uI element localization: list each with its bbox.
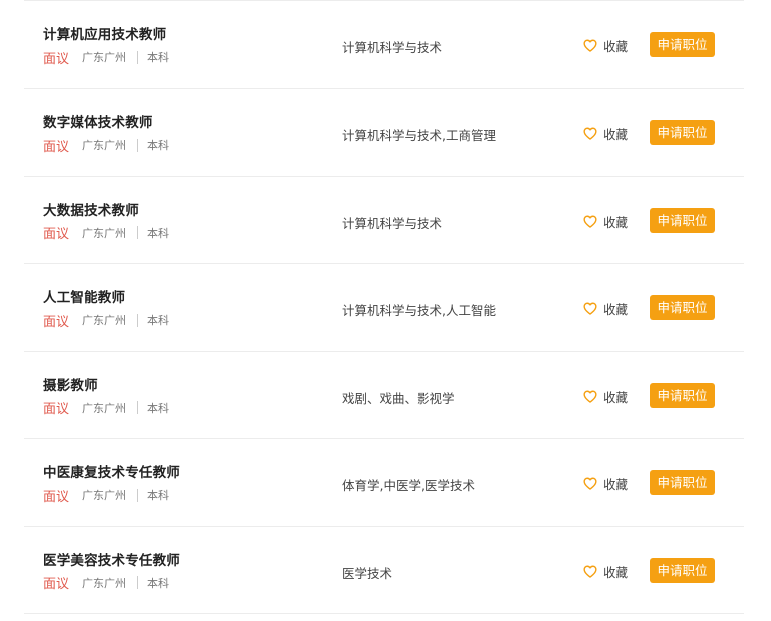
favorite-button[interactable]: 收藏 [583, 474, 628, 493]
salary-text: 面议 [43, 51, 70, 67]
salary-text: 面议 [43, 489, 70, 505]
apply-button[interactable]: 申请职位 [650, 470, 715, 495]
job-row[interactable]: 中医康复技术专任教师 面议 广东广州 本科 体育学,中医学,医学技术 收藏 申请… [24, 439, 744, 527]
degree-text: 本科 [147, 51, 170, 64]
meta-divider [137, 488, 139, 502]
major-text: 体育学,中医学,医学技术 [342, 478, 475, 493]
favorite-button[interactable]: 收藏 [583, 299, 628, 318]
major-text: 计算机科学与技术 [342, 215, 443, 231]
job-meta: 面议 广东广州 本科 [43, 312, 170, 330]
favorite-label: 收藏 [603, 127, 629, 142]
job-meta: 面议 广东广州 本科 [43, 487, 170, 505]
meta-divider [137, 226, 139, 239]
location-text: 广东广州 [82, 51, 127, 64]
heart-icon [583, 302, 597, 315]
job-meta: 面议 广东广州 本科 [43, 137, 170, 155]
apply-button[interactable]: 申请职位 [650, 32, 715, 57]
favorite-label: 收藏 [603, 39, 629, 54]
location-text: 广东广州 [82, 489, 127, 502]
major-text: 计算机科学与技术,人工智能 [342, 303, 496, 318]
favorite-label: 收藏 [603, 564, 629, 580]
favorite-label: 收藏 [603, 214, 629, 230]
job-row[interactable]: 医学美容技术专任教师 面议 广东广州 本科 医学技术 收藏 申请职位 [24, 527, 744, 614]
job-title[interactable]: 医学美容技术专任教师 [43, 549, 180, 569]
meta-divider [137, 401, 139, 414]
job-row[interactable]: 大数据技术教师 面议 广东广州 本科 计算机科学与技术 收藏 申请职位 [24, 177, 744, 264]
job-title[interactable]: 数字媒体技术教师 [43, 111, 153, 131]
degree-text: 本科 [147, 139, 170, 152]
degree-text: 本科 [147, 576, 170, 590]
job-title[interactable]: 计算机应用技术教师 [43, 23, 166, 43]
job-list: 计算机应用技术教师 面议 广东广州 本科 计算机科学与技术 收藏 申请职位 数字… [24, 0, 744, 621]
favorite-button[interactable]: 收藏 [583, 36, 628, 55]
favorite-button[interactable]: 收藏 [583, 562, 628, 581]
job-row[interactable]: 计算机应用技术教师 面议 广东广州 本科 计算机科学与技术 收藏 申请职位 [24, 0, 744, 89]
degree-text: 本科 [147, 401, 170, 415]
salary-text: 面议 [43, 139, 70, 155]
heart-icon [583, 39, 597, 52]
major-text: 计算机科学与技术 [342, 40, 443, 55]
major-text: 戏剧、戏曲、影视学 [342, 390, 455, 406]
job-title[interactable]: 大数据技术教师 [43, 199, 139, 219]
apply-button[interactable]: 申请职位 [650, 382, 715, 408]
degree-text: 本科 [147, 489, 170, 502]
job-row[interactable]: 人工智能教师 面议 广东广州 本科 计算机科学与技术,人工智能 收藏 申请职位 [24, 264, 744, 352]
heart-icon [583, 565, 597, 578]
heart-icon [583, 127, 597, 140]
salary-text: 面议 [43, 402, 70, 417]
major-text: 计算机科学与技术,工商管理 [342, 128, 496, 143]
meta-divider [137, 313, 139, 327]
job-title[interactable]: 中医康复技术专任教师 [43, 461, 180, 481]
favorite-label: 收藏 [603, 477, 629, 492]
job-meta: 面议 广东广州 本科 [43, 225, 170, 242]
favorite-label: 收藏 [603, 302, 629, 317]
job-title[interactable]: 人工智能教师 [43, 286, 125, 306]
favorite-label: 收藏 [603, 389, 629, 405]
apply-button[interactable]: 申请职位 [650, 207, 715, 233]
job-row[interactable]: 数字媒体技术教师 面议 广东广州 本科 计算机科学与技术,工商管理 收藏 申请职… [24, 89, 744, 177]
location-text: 广东广州 [82, 576, 127, 590]
meta-divider [137, 576, 139, 589]
apply-button[interactable]: 申请职位 [650, 295, 715, 320]
location-text: 广东广州 [82, 314, 127, 327]
favorite-button[interactable]: 收藏 [583, 387, 628, 406]
salary-text: 面议 [43, 577, 70, 592]
heart-icon [583, 390, 597, 403]
job-title[interactable]: 摄影教师 [43, 374, 98, 394]
meta-divider [137, 138, 139, 152]
location-text: 广东广州 [82, 226, 127, 240]
degree-text: 本科 [147, 314, 170, 327]
salary-text: 面议 [43, 227, 70, 242]
apply-button[interactable]: 申请职位 [650, 120, 715, 145]
job-meta: 面议 广东广州 本科 [43, 49, 170, 67]
location-text: 广东广州 [82, 401, 127, 415]
favorite-button[interactable]: 收藏 [583, 124, 628, 143]
major-text: 医学技术 [342, 565, 393, 581]
heart-icon [583, 215, 597, 228]
job-row[interactable]: 摄影教师 面议 广东广州 本科 戏剧、戏曲、影视学 收藏 申请职位 [24, 352, 744, 439]
meta-divider [137, 50, 139, 64]
degree-text: 本科 [147, 226, 170, 240]
location-text: 广东广州 [82, 139, 127, 152]
favorite-button[interactable]: 收藏 [583, 212, 628, 231]
apply-button[interactable]: 申请职位 [650, 557, 715, 583]
heart-icon [583, 477, 597, 490]
job-meta: 面议 广东广州 本科 [43, 575, 170, 592]
salary-text: 面议 [43, 314, 70, 330]
job-meta: 面议 广东广州 本科 [43, 400, 170, 417]
